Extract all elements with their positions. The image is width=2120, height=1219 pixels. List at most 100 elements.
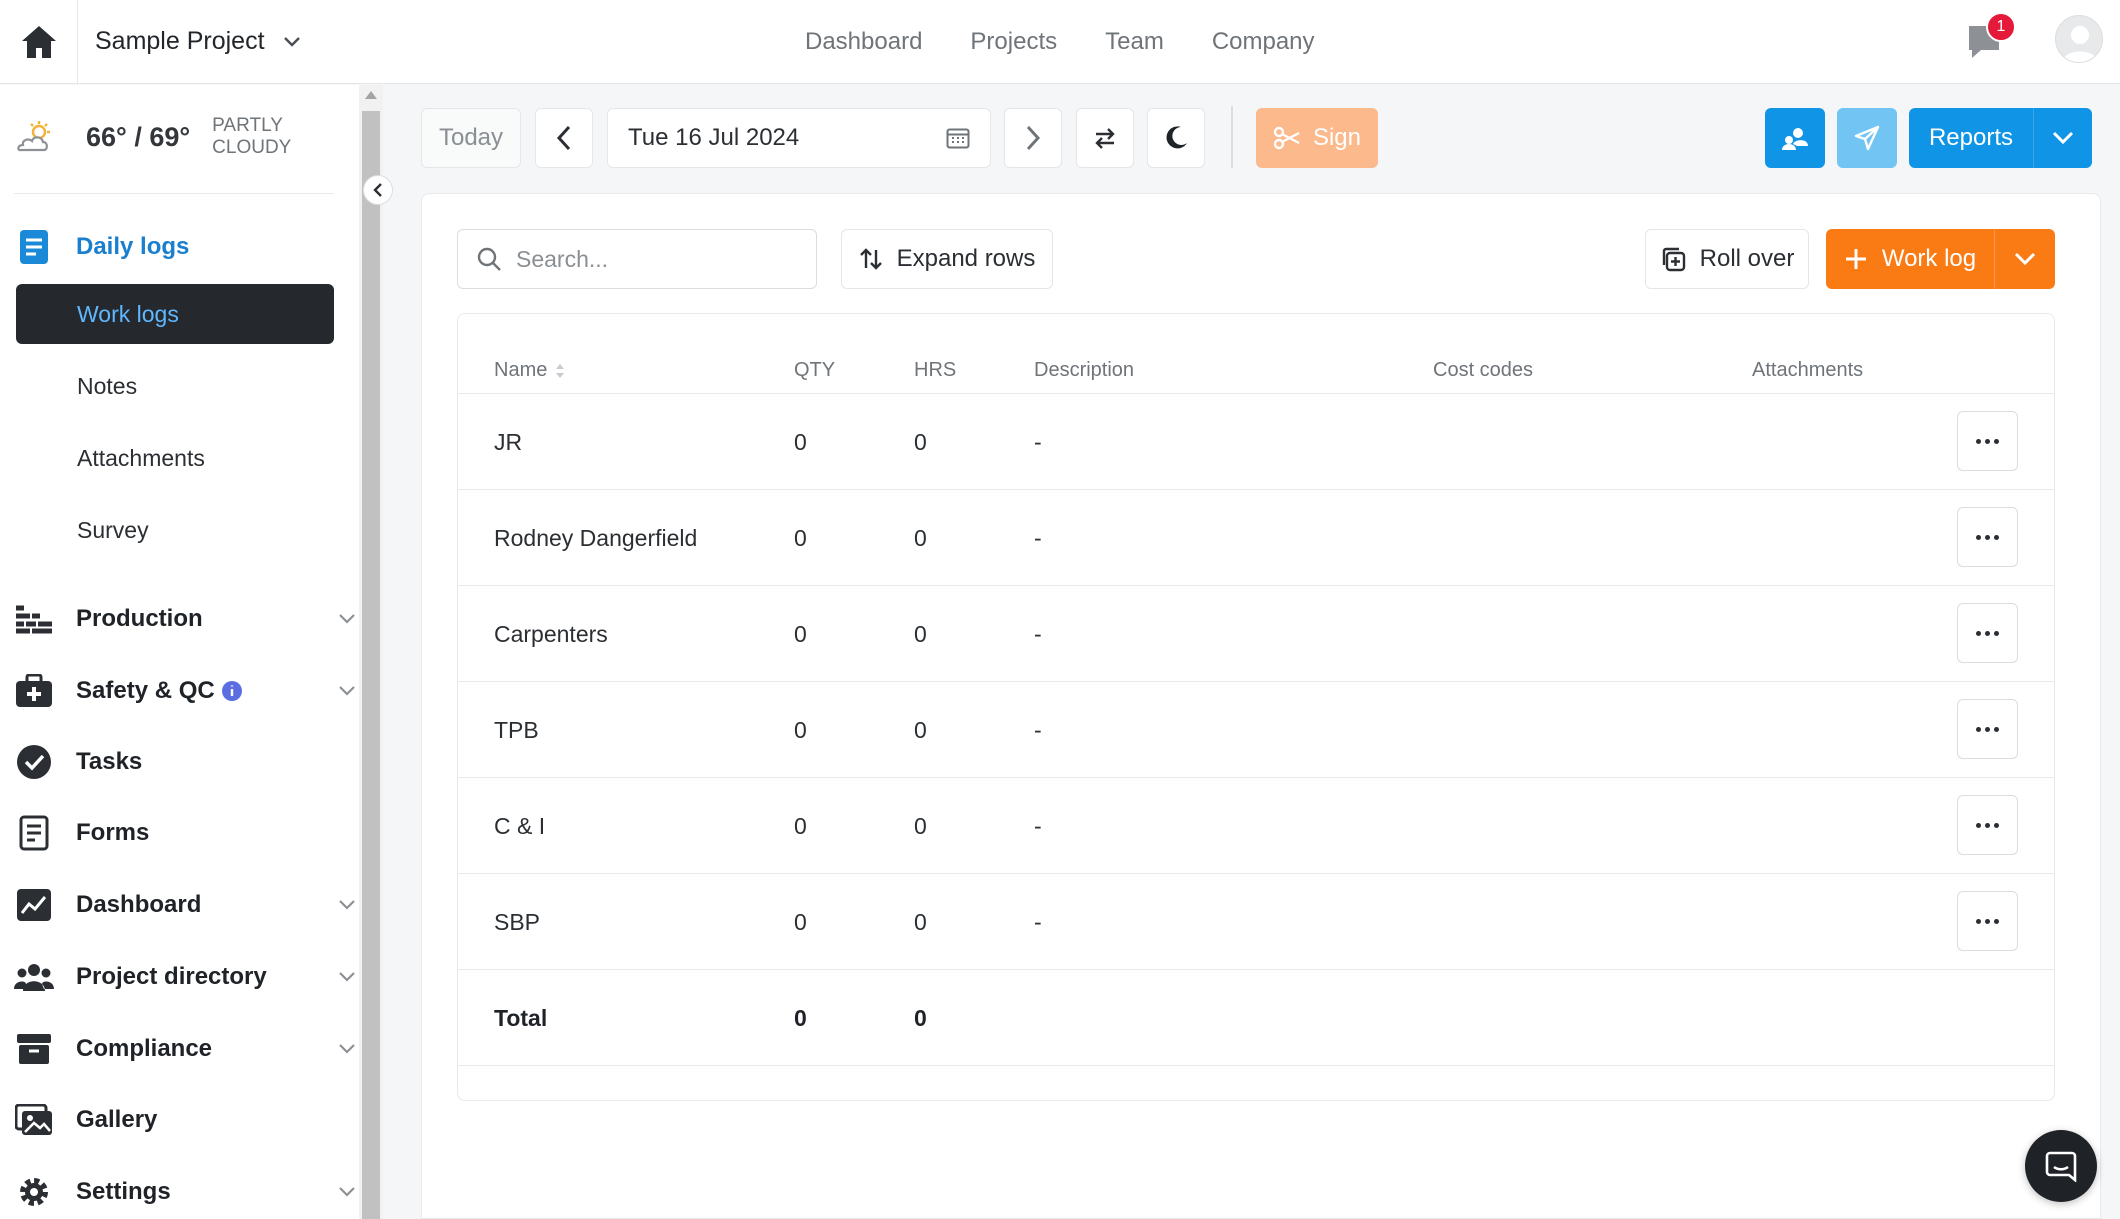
- search-icon: [477, 247, 501, 271]
- sidebar: 66° / 69° PARTLY CLOUDY Daily logs Work …: [0, 85, 360, 1219]
- row-more-button[interactable]: [1957, 795, 2018, 855]
- table-row[interactable]: SBP 0 0 -: [458, 873, 2054, 969]
- previous-day-button[interactable]: [535, 108, 593, 168]
- home-button[interactable]: [0, 0, 78, 84]
- sidebar-item-forms[interactable]: Forms: [0, 813, 360, 853]
- chevron-down-icon: [339, 1187, 355, 1197]
- table-row[interactable]: C & I 0 0 -: [458, 777, 2054, 873]
- nav-projects[interactable]: Projects: [970, 28, 1057, 56]
- sidebar-subitem-work-logs[interactable]: Work logs: [16, 284, 334, 344]
- sidebar-subitem-notes[interactable]: Notes: [16, 356, 334, 416]
- expand-rows-button[interactable]: Expand rows: [841, 229, 1053, 289]
- sidebar-item-daily-logs[interactable]: Daily logs: [0, 227, 360, 267]
- top-navigation: Dashboard Projects Team Company: [805, 0, 1315, 84]
- sidebar-item-gallery[interactable]: Gallery: [0, 1100, 360, 1140]
- check-circle-icon: [14, 742, 54, 782]
- row-more-button[interactable]: [1957, 699, 2018, 759]
- scroll-up-arrow[interactable]: [365, 91, 377, 99]
- cell-name: Carpenters: [494, 620, 608, 647]
- sidebar-item-dashboard[interactable]: Dashboard: [0, 885, 360, 925]
- chart-icon: [14, 885, 54, 925]
- table-row[interactable]: JR 0 0 -: [458, 393, 2054, 489]
- sidebar-item-label: Gallery: [76, 1106, 158, 1133]
- sidebar-subitem-attachments[interactable]: Attachments: [16, 428, 334, 488]
- expand-rows-label: Expand rows: [896, 245, 1036, 272]
- row-more-button[interactable]: [1957, 507, 2018, 567]
- info-icon[interactable]: [221, 680, 243, 702]
- more-dots-icon: [1976, 822, 1999, 828]
- nav-team[interactable]: Team: [1105, 28, 1164, 56]
- assign-users-button[interactable]: [1765, 108, 1825, 168]
- project-name: Sample Project: [95, 27, 265, 55]
- chevron-down-icon: [339, 614, 355, 624]
- chevron-down-icon: [339, 686, 355, 696]
- cell-description: -: [1034, 620, 1042, 647]
- signature-icon: [1273, 126, 1300, 150]
- sign-button[interactable]: Sign: [1256, 108, 1378, 168]
- more-dots-icon: [1976, 438, 1999, 444]
- reports-button[interactable]: Reports: [1909, 108, 2033, 168]
- cell-qty: 0: [794, 524, 807, 551]
- project-selector[interactable]: Sample Project: [78, 27, 301, 56]
- work-log-dropdown-button[interactable]: [1994, 229, 2055, 289]
- table-total-row: Total 0 0: [458, 969, 2054, 1065]
- cell-name: SBP: [494, 908, 541, 935]
- today-button[interactable]: Today: [421, 108, 521, 168]
- table-row[interactable]: TPB 0 0 -: [458, 681, 2054, 777]
- cell-description: -: [1034, 428, 1042, 455]
- cell-description: -: [1034, 908, 1042, 935]
- table-row[interactable]: Carpenters 0 0 -: [458, 585, 2054, 681]
- users-icon: [14, 957, 54, 997]
- row-more-button[interactable]: [1957, 891, 2018, 951]
- date-picker[interactable]: Tue 16 Jul 2024: [607, 108, 991, 168]
- cell-hrs: 0: [914, 620, 927, 647]
- nav-company[interactable]: Company: [1212, 28, 1315, 56]
- sidebar-item-safety-qc[interactable]: Safety & QC: [0, 671, 360, 711]
- column-header-name[interactable]: Name: [494, 359, 565, 382]
- support-chat-button[interactable]: [2025, 1130, 2097, 1202]
- cell-qty: 0: [794, 716, 807, 743]
- scrollbar-thumb[interactable]: [362, 111, 380, 1219]
- next-day-button[interactable]: [1004, 108, 1062, 168]
- add-work-log-button[interactable]: Work log: [1826, 229, 1994, 289]
- swap-button[interactable]: [1076, 108, 1134, 168]
- avatar[interactable]: [2055, 15, 2103, 63]
- sidebar-item-compliance[interactable]: Compliance: [0, 1029, 360, 1069]
- chevron-down-icon: [283, 36, 300, 47]
- messages-button[interactable]: 1: [1963, 12, 2016, 64]
- sidebar-scrollbar[interactable]: [359, 85, 383, 1219]
- user-icon: [2062, 26, 2098, 62]
- sidebar-item-production[interactable]: Production: [0, 599, 360, 639]
- table-row[interactable]: Rodney Dangerfield 0 0 -: [458, 489, 2054, 585]
- row-more-button[interactable]: [1957, 603, 2018, 663]
- dark-mode-button[interactable]: [1147, 108, 1205, 168]
- cell-description: -: [1034, 524, 1042, 551]
- production-icon: [14, 599, 54, 639]
- sidebar-item-project-directory[interactable]: Project directory: [0, 957, 360, 997]
- toolbar-divider: [1231, 106, 1233, 168]
- sidebar-item-tasks[interactable]: Tasks: [0, 742, 360, 782]
- paper-plane-icon: [1854, 125, 1880, 151]
- sidebar-subitem-survey[interactable]: Survey: [16, 500, 334, 560]
- cell-name: C & I: [494, 812, 546, 839]
- collapse-sidebar-button[interactable]: [363, 175, 393, 205]
- reports-dropdown-button[interactable]: [2033, 108, 2092, 168]
- weather-condition: PARTLY CLOUDY: [212, 115, 291, 159]
- sidebar-item-settings[interactable]: Settings: [0, 1172, 360, 1212]
- notification-badge: 1: [1986, 12, 2016, 42]
- chevron-down-icon: [339, 972, 355, 982]
- column-header-cost-codes: Cost codes: [1433, 359, 1534, 381]
- work-logs-table: Name QTY HRS Description Cost codes Atta…: [457, 313, 2055, 1101]
- calendar-icon: [946, 128, 970, 149]
- chevron-down-icon: [2052, 131, 2073, 145]
- row-more-button[interactable]: [1957, 411, 2018, 471]
- roll-over-button[interactable]: Roll over: [1645, 229, 1809, 289]
- cell-name: JR: [494, 428, 523, 455]
- send-button[interactable]: [1837, 108, 1897, 168]
- nav-dashboard[interactable]: Dashboard: [805, 28, 922, 56]
- sidebar-item-label: Production: [76, 605, 203, 632]
- cell-qty: 0: [794, 908, 807, 935]
- users-icon: [1782, 128, 1808, 150]
- search-input[interactable]: Search...: [457, 229, 817, 289]
- roll-over-label: Roll over: [1699, 245, 1795, 272]
